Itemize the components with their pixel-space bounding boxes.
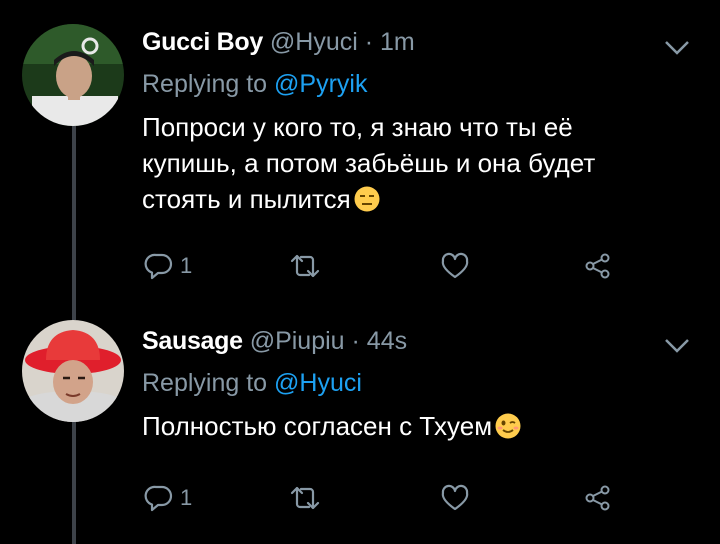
- replying-prefix: Replying to: [142, 369, 268, 397]
- retweet-button[interactable]: [288, 478, 322, 518]
- retweet-icon: [290, 486, 320, 510]
- tweet-text: Полностью согласен с Тхуем: [142, 408, 700, 444]
- avatar[interactable]: [22, 320, 124, 422]
- display-name[interactable]: Gucci Boy: [142, 28, 263, 56]
- reply-icon: [144, 253, 173, 280]
- user-handle[interactable]: @Hyuci: [270, 28, 358, 56]
- share-button[interactable]: [582, 478, 612, 518]
- like-icon: [441, 252, 469, 279]
- retweet-icon: [290, 254, 320, 278]
- avatar[interactable]: [22, 24, 124, 126]
- reply-count: 1: [180, 485, 193, 510]
- tweet[interactable]: Gucci Boy @Hyuci · 1m Replying to @Pyryi…: [0, 0, 720, 310]
- tweet[interactable]: Sausage @Piupiu · 44s Replying to @Hyuci…: [0, 310, 720, 544]
- tweet-text-body: Полностью согласен с Тхуем: [142, 411, 493, 441]
- separator: ·: [364, 28, 374, 56]
- action-bar: 1: [142, 246, 622, 286]
- timestamp[interactable]: 44s: [367, 327, 407, 355]
- mention-link[interactable]: @Hyuci: [274, 369, 362, 397]
- action-bar: 1: [142, 478, 622, 518]
- winking-face-icon: [495, 412, 521, 439]
- reply-icon: [144, 485, 173, 512]
- share-button[interactable]: [582, 246, 612, 286]
- share-icon: [585, 253, 610, 279]
- tweet-header: Sausage @Piupiu · 44s: [142, 326, 700, 356]
- reply-count: 1: [180, 253, 193, 278]
- reply-button[interactable]: 1: [144, 478, 192, 518]
- tweet-header: Gucci Boy @Hyuci · 1m: [142, 27, 700, 57]
- share-icon: [585, 485, 610, 511]
- like-button[interactable]: [440, 478, 470, 518]
- replying-prefix: Replying to: [142, 70, 268, 98]
- chevron-down-icon[interactable]: [664, 338, 690, 354]
- reply-button[interactable]: 1: [144, 246, 192, 286]
- tweet-text: Попроси у кого то, я знаю что ты её купи…: [142, 109, 642, 217]
- retweet-button[interactable]: [288, 246, 322, 286]
- user-handle[interactable]: @Piupiu: [250, 327, 345, 355]
- like-icon: [441, 484, 469, 511]
- mention-link[interactable]: @Pyryik: [274, 70, 367, 98]
- chevron-down-icon[interactable]: [664, 40, 690, 56]
- display-name[interactable]: Sausage: [142, 327, 243, 355]
- replying-to: Replying to @Hyuci: [142, 368, 700, 398]
- timestamp[interactable]: 1m: [380, 28, 415, 56]
- separator: ·: [351, 327, 360, 355]
- replying-to: Replying to @Pyryik: [142, 69, 700, 99]
- expressionless-face-icon: [354, 185, 380, 212]
- like-button[interactable]: [440, 246, 470, 286]
